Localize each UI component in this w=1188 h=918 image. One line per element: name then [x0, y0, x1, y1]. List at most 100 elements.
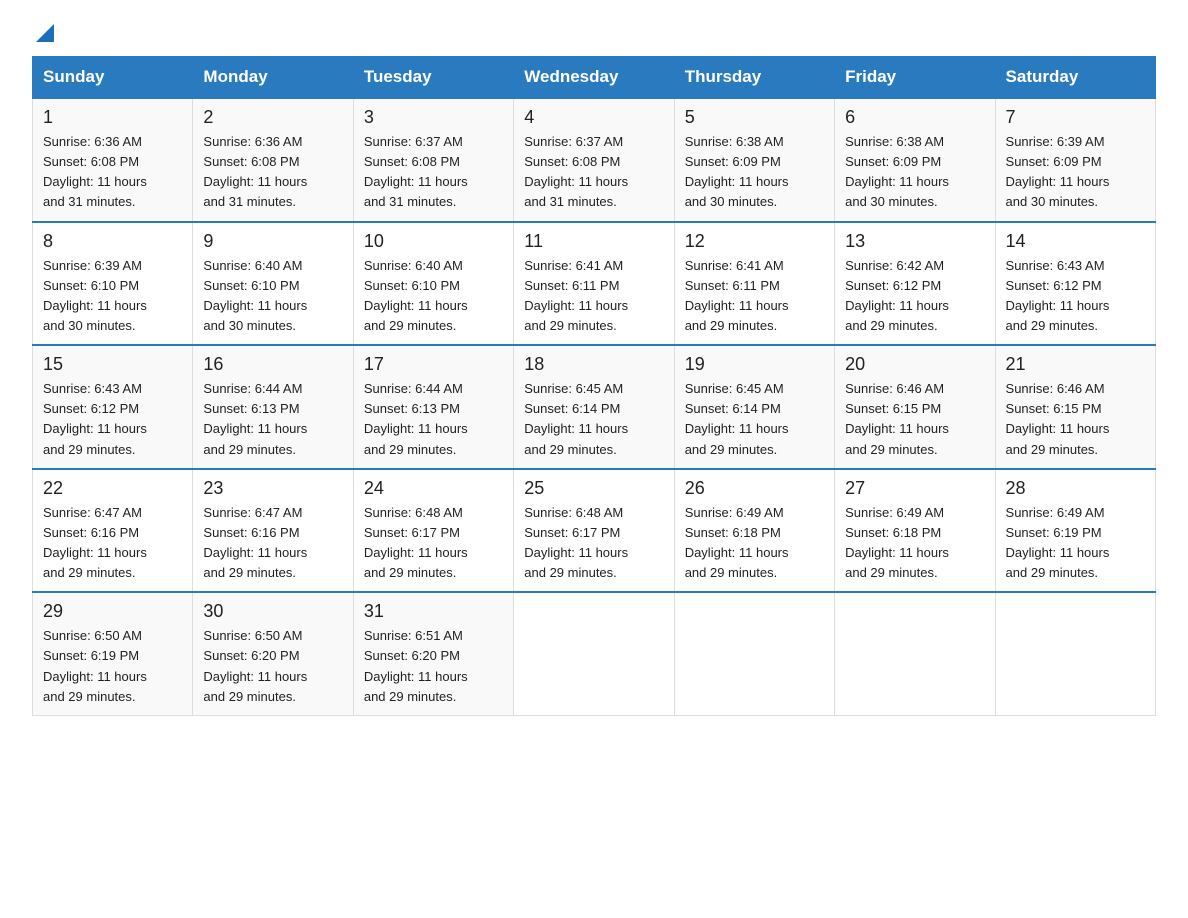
calendar-cell: 19 Sunrise: 6:45 AMSunset: 6:14 PMDayligh…: [674, 345, 834, 469]
day-number: 6: [845, 107, 984, 128]
day-number: 7: [1006, 107, 1145, 128]
calendar-cell: 8 Sunrise: 6:39 AMSunset: 6:10 PMDaylight…: [33, 222, 193, 346]
calendar-cell: 3 Sunrise: 6:37 AMSunset: 6:08 PMDaylight…: [353, 98, 513, 222]
day-info: Sunrise: 6:48 AMSunset: 6:17 PMDaylight:…: [524, 503, 663, 584]
day-info: Sunrise: 6:49 AMSunset: 6:19 PMDaylight:…: [1006, 503, 1145, 584]
day-number: 26: [685, 478, 824, 499]
calendar-header-row: SundayMondayTuesdayWednesdayThursdayFrid…: [33, 57, 1156, 99]
calendar-cell: 5 Sunrise: 6:38 AMSunset: 6:09 PMDaylight…: [674, 98, 834, 222]
day-info: Sunrise: 6:49 AMSunset: 6:18 PMDaylight:…: [845, 503, 984, 584]
day-info: Sunrise: 6:38 AMSunset: 6:09 PMDaylight:…: [845, 132, 984, 213]
day-number: 3: [364, 107, 503, 128]
calendar-week-row: 22 Sunrise: 6:47 AMSunset: 6:16 PMDayligh…: [33, 469, 1156, 593]
day-info: Sunrise: 6:50 AMSunset: 6:20 PMDaylight:…: [203, 626, 342, 707]
day-info: Sunrise: 6:46 AMSunset: 6:15 PMDaylight:…: [1006, 379, 1145, 460]
day-info: Sunrise: 6:51 AMSunset: 6:20 PMDaylight:…: [364, 626, 503, 707]
day-number: 29: [43, 601, 182, 622]
day-info: Sunrise: 6:43 AMSunset: 6:12 PMDaylight:…: [1006, 256, 1145, 337]
column-header-thursday: Thursday: [674, 57, 834, 99]
day-number: 8: [43, 231, 182, 252]
day-number: 18: [524, 354, 663, 375]
calendar-cell: 7 Sunrise: 6:39 AMSunset: 6:09 PMDaylight…: [995, 98, 1155, 222]
day-info: Sunrise: 6:41 AMSunset: 6:11 PMDaylight:…: [685, 256, 824, 337]
day-number: 4: [524, 107, 663, 128]
calendar-week-row: 15 Sunrise: 6:43 AMSunset: 6:12 PMDayligh…: [33, 345, 1156, 469]
calendar-cell: 2Sunrise: 6:36 AMSunset: 6:08 PMDaylight…: [193, 98, 353, 222]
day-info: Sunrise: 6:44 AMSunset: 6:13 PMDaylight:…: [364, 379, 503, 460]
day-number: 25: [524, 478, 663, 499]
day-info: Sunrise: 6:40 AMSunset: 6:10 PMDaylight:…: [364, 256, 503, 337]
day-number: 13: [845, 231, 984, 252]
calendar-week-row: 1 Sunrise: 6:36 AMSunset: 6:08 PMDaylight…: [33, 98, 1156, 222]
calendar-cell: 25 Sunrise: 6:48 AMSunset: 6:17 PMDayligh…: [514, 469, 674, 593]
calendar-cell: 20 Sunrise: 6:46 AMSunset: 6:15 PMDayligh…: [835, 345, 995, 469]
day-info: Sunrise: 6:38 AMSunset: 6:09 PMDaylight:…: [685, 132, 824, 213]
day-number: 27: [845, 478, 984, 499]
calendar-cell: 12 Sunrise: 6:41 AMSunset: 6:11 PMDayligh…: [674, 222, 834, 346]
calendar-cell: [674, 592, 834, 715]
day-info: Sunrise: 6:48 AMSunset: 6:17 PMDaylight:…: [364, 503, 503, 584]
day-number: 14: [1006, 231, 1145, 252]
day-info: Sunrise: 6:44 AMSunset: 6:13 PMDaylight:…: [203, 379, 342, 460]
day-number: 19: [685, 354, 824, 375]
calendar-cell: 18 Sunrise: 6:45 AMSunset: 6:14 PMDayligh…: [514, 345, 674, 469]
column-header-saturday: Saturday: [995, 57, 1155, 99]
calendar-cell: 28 Sunrise: 6:49 AMSunset: 6:19 PMDayligh…: [995, 469, 1155, 593]
day-number: 30: [203, 601, 342, 622]
day-info: Sunrise: 6:47 AMSunset: 6:16 PMDaylight:…: [203, 503, 342, 584]
day-number: 12: [685, 231, 824, 252]
column-header-friday: Friday: [835, 57, 995, 99]
day-number: 11: [524, 231, 663, 252]
calendar-cell: 17Sunrise: 6:44 AMSunset: 6:13 PMDayligh…: [353, 345, 513, 469]
calendar-cell: 15 Sunrise: 6:43 AMSunset: 6:12 PMDayligh…: [33, 345, 193, 469]
day-number: 20: [845, 354, 984, 375]
calendar-cell: [835, 592, 995, 715]
day-info: Sunrise: 6:45 AMSunset: 6:14 PMDaylight:…: [685, 379, 824, 460]
calendar-cell: 1 Sunrise: 6:36 AMSunset: 6:08 PMDaylight…: [33, 98, 193, 222]
page-header: [32, 24, 1156, 44]
calendar-cell: 10Sunrise: 6:40 AMSunset: 6:10 PMDayligh…: [353, 222, 513, 346]
calendar-cell: 23 Sunrise: 6:47 AMSunset: 6:16 PMDayligh…: [193, 469, 353, 593]
day-number: 15: [43, 354, 182, 375]
calendar-cell: 9Sunrise: 6:40 AMSunset: 6:10 PMDaylight…: [193, 222, 353, 346]
day-number: 24: [364, 478, 503, 499]
day-number: 28: [1006, 478, 1145, 499]
day-info: Sunrise: 6:45 AMSunset: 6:14 PMDaylight:…: [524, 379, 663, 460]
calendar-cell: [995, 592, 1155, 715]
day-number: 1: [43, 107, 182, 128]
day-number: 9: [203, 231, 342, 252]
day-info: Sunrise: 6:36 AMSunset: 6:08 PMDaylight:…: [43, 132, 182, 213]
day-info: Sunrise: 6:37 AMSunset: 6:08 PMDaylight:…: [524, 132, 663, 213]
day-number: 5: [685, 107, 824, 128]
calendar-cell: 29 Sunrise: 6:50 AMSunset: 6:19 PMDayligh…: [33, 592, 193, 715]
calendar-cell: 27 Sunrise: 6:49 AMSunset: 6:18 PMDayligh…: [835, 469, 995, 593]
calendar-cell: 22 Sunrise: 6:47 AMSunset: 6:16 PMDayligh…: [33, 469, 193, 593]
calendar-cell: 31Sunrise: 6:51 AMSunset: 6:20 PMDayligh…: [353, 592, 513, 715]
column-header-tuesday: Tuesday: [353, 57, 513, 99]
day-info: Sunrise: 6:46 AMSunset: 6:15 PMDaylight:…: [845, 379, 984, 460]
calendar-cell: 30 Sunrise: 6:50 AMSunset: 6:20 PMDayligh…: [193, 592, 353, 715]
day-number: 16: [203, 354, 342, 375]
day-info: Sunrise: 6:43 AMSunset: 6:12 PMDaylight:…: [43, 379, 182, 460]
day-number: 21: [1006, 354, 1145, 375]
logo: [32, 24, 56, 44]
calendar-cell: 6 Sunrise: 6:38 AMSunset: 6:09 PMDaylight…: [835, 98, 995, 222]
calendar-cell: 13 Sunrise: 6:42 AMSunset: 6:12 PMDayligh…: [835, 222, 995, 346]
calendar-cell: 26 Sunrise: 6:49 AMSunset: 6:18 PMDayligh…: [674, 469, 834, 593]
calendar-cell: 14 Sunrise: 6:43 AMSunset: 6:12 PMDayligh…: [995, 222, 1155, 346]
calendar-cell: 4 Sunrise: 6:37 AMSunset: 6:08 PMDaylight…: [514, 98, 674, 222]
calendar-cell: [514, 592, 674, 715]
day-info: Sunrise: 6:39 AMSunset: 6:10 PMDaylight:…: [43, 256, 182, 337]
day-info: Sunrise: 6:47 AMSunset: 6:16 PMDaylight:…: [43, 503, 182, 584]
day-info: Sunrise: 6:37 AMSunset: 6:08 PMDaylight:…: [364, 132, 503, 213]
logo-triangle-icon: [34, 22, 56, 44]
day-info: Sunrise: 6:49 AMSunset: 6:18 PMDaylight:…: [685, 503, 824, 584]
day-number: 22: [43, 478, 182, 499]
column-header-wednesday: Wednesday: [514, 57, 674, 99]
day-info: Sunrise: 6:50 AMSunset: 6:19 PMDaylight:…: [43, 626, 182, 707]
day-info: Sunrise: 6:39 AMSunset: 6:09 PMDaylight:…: [1006, 132, 1145, 213]
day-info: Sunrise: 6:41 AMSunset: 6:11 PMDaylight:…: [524, 256, 663, 337]
day-info: Sunrise: 6:42 AMSunset: 6:12 PMDaylight:…: [845, 256, 984, 337]
day-number: 23: [203, 478, 342, 499]
calendar-cell: 16 Sunrise: 6:44 AMSunset: 6:13 PMDayligh…: [193, 345, 353, 469]
